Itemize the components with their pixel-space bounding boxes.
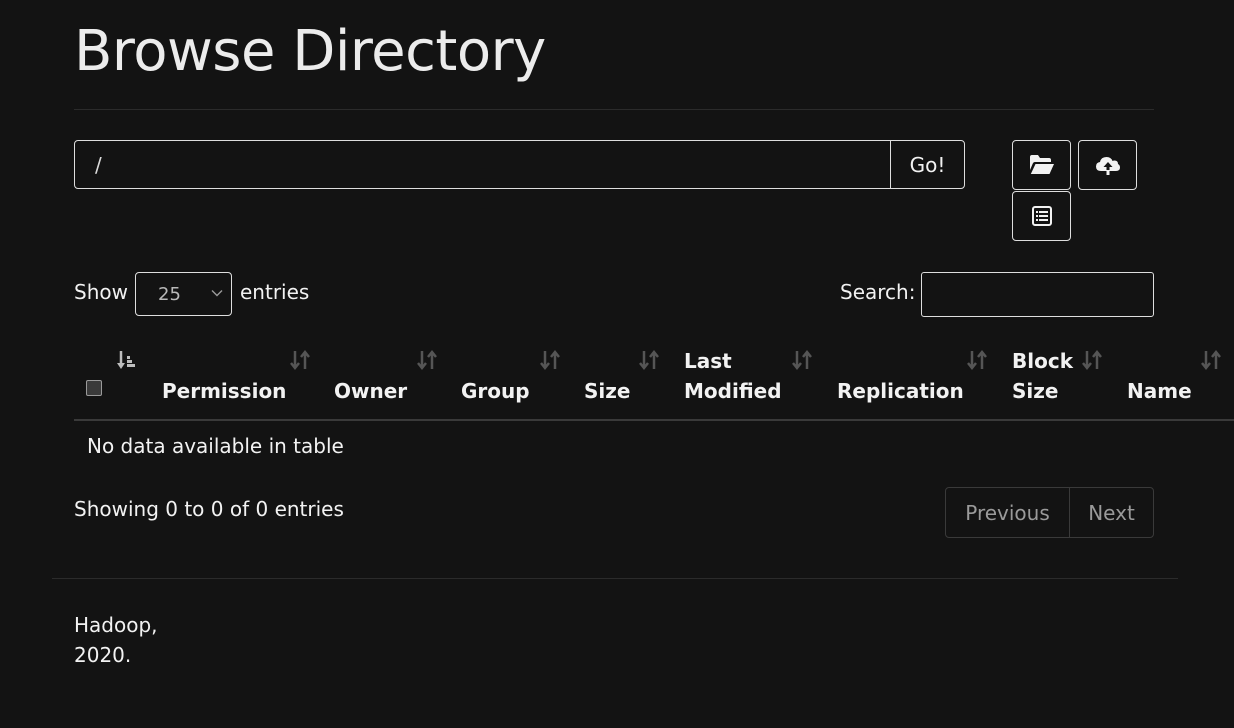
table-header: Permission Owner Group Size Last Modifie…: [74, 344, 1234, 421]
sort-icon[interactable]: [290, 349, 310, 371]
footer-line-1: Hadoop,: [74, 613, 158, 637]
column-header-last-modified[interactable]: Last: [684, 346, 732, 376]
column-header-group[interactable]: Group: [461, 376, 530, 406]
entries-label: entries: [240, 280, 310, 304]
page-length-select[interactable]: 25: [135, 272, 232, 316]
column-header-block-size[interactable]: Block: [1012, 346, 1073, 376]
show-label: Show: [74, 280, 128, 304]
upload-button[interactable]: [1078, 140, 1137, 190]
page-length-value: 25: [158, 283, 181, 305]
page-title: Browse Directory: [74, 19, 546, 84]
search-label: Search:: [840, 280, 916, 304]
search-input[interactable]: [921, 272, 1154, 317]
column-header-name[interactable]: Name: [1127, 376, 1192, 406]
footer-line-2: 2020.: [74, 643, 132, 667]
sort-icon[interactable]: [967, 349, 987, 371]
empty-table-message: No data available in table: [87, 434, 344, 458]
column-header-block-size-line2[interactable]: Size: [1012, 376, 1058, 406]
table-info: Showing 0 to 0 of 0 entries: [74, 497, 344, 521]
list-view-button[interactable]: [1012, 191, 1071, 241]
column-header-permission[interactable]: Permission: [162, 376, 286, 406]
column-header-replication[interactable]: Replication: [837, 376, 964, 406]
next-button[interactable]: Next: [1070, 488, 1153, 537]
go-button[interactable]: Go!: [890, 141, 964, 188]
previous-button[interactable]: Previous: [946, 488, 1070, 537]
select-all-checkbox[interactable]: [86, 380, 102, 396]
folder-open-icon: [1029, 155, 1054, 174]
sort-icon[interactable]: [540, 349, 560, 371]
create-directory-button[interactable]: [1012, 140, 1071, 190]
column-header-last-modified-line2[interactable]: Modified: [684, 376, 782, 406]
footer-divider: [52, 578, 1178, 579]
page-header: Browse Directory: [74, 18, 1154, 110]
pagination: Previous Next: [945, 487, 1154, 538]
chevron-down-icon: [211, 290, 223, 297]
sort-ascending-icon[interactable]: [116, 349, 136, 371]
sort-icon[interactable]: [1082, 349, 1102, 371]
sort-icon[interactable]: [1201, 349, 1221, 371]
footer: Hadoop, 2020.: [74, 610, 158, 670]
sort-icon[interactable]: [639, 349, 659, 371]
column-header-owner[interactable]: Owner: [334, 376, 407, 406]
sort-icon[interactable]: [417, 349, 437, 371]
sort-icon[interactable]: [792, 349, 812, 371]
list-icon: [1031, 206, 1052, 226]
path-bar: Go!: [74, 140, 965, 189]
column-header-size[interactable]: Size: [584, 376, 630, 406]
path-input[interactable]: [75, 141, 890, 188]
cloud-upload-icon: [1095, 157, 1120, 175]
